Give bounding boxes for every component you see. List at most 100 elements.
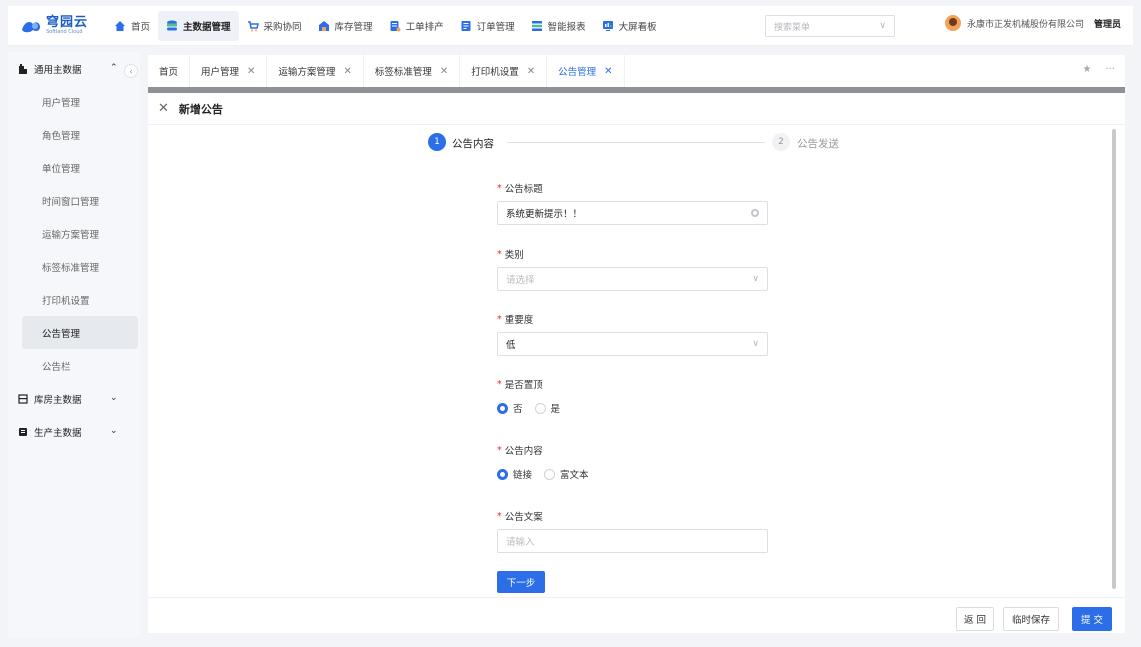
nav-orders[interactable]: 订单管理 — [452, 11, 523, 41]
close-icon[interactable]: ✕ — [440, 66, 448, 77]
nav-master-data[interactable]: 主数据管理 — [158, 10, 239, 41]
warehouse-icon — [18, 393, 28, 404]
copy-input[interactable]: 请输入 — [497, 529, 768, 553]
tab-label: 运输方案管理 — [278, 67, 336, 78]
category-placeholder: 请选择 — [506, 275, 535, 286]
building-icon — [18, 63, 28, 74]
sidebar-item-printer[interactable]: 打印机设置 — [22, 283, 138, 316]
more-icon[interactable]: ··· — [1105, 64, 1115, 75]
panel-footer: 返 回 临时保存 提 交 — [148, 597, 1125, 633]
title-input-value: 系统更新提示！！ — [506, 209, 583, 220]
step-connector — [507, 142, 765, 143]
tab-label-standard[interactable]: 标签标准管理 ✕ — [364, 55, 461, 87]
avatar[interactable] — [944, 15, 961, 31]
close-icon[interactable]: ✕ — [343, 66, 351, 77]
step-2-indicator: 2 — [772, 133, 790, 151]
sidebar-item-label: 角色管理 — [42, 130, 81, 142]
sidebar-group-production[interactable]: 生产主数据 ⌄ — [8, 415, 140, 448]
field-label: 重要度 — [504, 315, 534, 326]
field-pinned: * 是否置顶 否 是 — [497, 377, 769, 415]
sidebar-item-label: 运输方案管理 — [42, 229, 100, 241]
nav-workorder[interactable]: 工单排产 — [381, 11, 452, 41]
next-step-button[interactable]: 下一步 — [497, 571, 545, 593]
chevron-down-icon: ∨ — [752, 339, 759, 349]
scrollbar[interactable] — [1112, 129, 1116, 589]
clear-icon[interactable] — [751, 209, 759, 217]
logo[interactable]: 穹园云 Softland Cloud — [20, 16, 100, 35]
sidebar-item-announcements[interactable]: 公告管理 — [22, 316, 138, 349]
top-nav: 首页 主数据管理 采购协同 库存管理 工单排产 订单管理 智能报表 大屏看板 — [106, 6, 665, 45]
radio-dot — [497, 402, 508, 414]
sidebar-item-roles[interactable]: 角色管理 — [22, 118, 138, 151]
sidebar-item-transport[interactable]: 运输方案管理 — [22, 217, 138, 250]
pinned-radio-yes[interactable]: 是 — [534, 401, 561, 415]
nav-inventory[interactable]: 库存管理 — [310, 11, 381, 41]
field-label: 公告标题 — [504, 184, 543, 195]
radio-label: 是 — [550, 404, 561, 415]
close-icon[interactable]: ✕ — [527, 66, 535, 77]
cart-icon — [247, 20, 259, 32]
nav-procurement[interactable]: 采购协同 — [239, 11, 310, 41]
stepper: 1 公告内容 2 公告发送 — [428, 133, 848, 153]
sidebar-collapse-button[interactable]: ‹ — [124, 64, 138, 78]
radio-label: 链接 — [513, 470, 533, 481]
workorder-icon — [389, 20, 401, 32]
menu-search-input[interactable]: 搜索菜单 ∨ — [765, 15, 895, 37]
close-icon[interactable]: ✕ — [604, 66, 612, 77]
nav-home[interactable]: 首页 — [106, 11, 158, 41]
nav-reports[interactable]: 智能报表 — [523, 11, 594, 41]
user-role[interactable]: 管理员 — [1094, 17, 1121, 30]
content-radio-richtext[interactable]: 富文本 — [544, 467, 589, 481]
close-icon[interactable]: ✕ — [158, 101, 169, 116]
nav-dashboard[interactable]: 大屏看板 — [594, 11, 665, 41]
sidebar-item-time-window[interactable]: 时间窗口管理 — [22, 184, 138, 217]
title-input[interactable]: 系统更新提示！！ — [497, 201, 768, 225]
tab-users[interactable]: 用户管理 ✕ — [190, 55, 268, 87]
tab-label: 首页 — [159, 67, 179, 78]
star-icon[interactable]: ★ — [1082, 64, 1091, 75]
tab-home[interactable]: 首页 — [148, 55, 191, 87]
tab-announcements[interactable]: 公告管理 ✕ — [547, 55, 625, 87]
top-bar: 穹园云 Softland Cloud 首页 主数据管理 采购协同 库存管理 工单… — [8, 6, 1133, 46]
new-announcement-panel: ✕ 新增公告 1 公告内容 2 公告发送 * 公告标题 系统更新提示！！ * 类别 … — [148, 93, 1125, 633]
sidebar-item-bulletin[interactable]: 公告栏 — [22, 349, 138, 382]
sidebar-item-users[interactable]: 用户管理 — [22, 85, 138, 118]
sidebar-item-label: 单位管理 — [42, 163, 81, 175]
sidebar-item-label-standard[interactable]: 标签标准管理 — [22, 250, 138, 283]
chevron-down-icon: ⌄ — [110, 426, 118, 436]
company-name: 永康市正发机械股份有限公司 — [966, 19, 1084, 30]
importance-value: 低 — [506, 340, 516, 351]
content-radio-group: 链接 富文本 — [497, 467, 769, 481]
sidebar-group-label: 生产主数据 — [34, 427, 82, 439]
user-info[interactable]: 永康市正发机械股份有限公司 管理员 — [944, 15, 1121, 31]
sidebar-group-general[interactable]: 通用主数据 ⌃ — [8, 52, 140, 85]
importance-select[interactable]: 低 ∨ — [497, 332, 768, 356]
field-label: 公告文案 — [504, 512, 543, 523]
field-copy: * 公告文案 请输入 — [497, 509, 769, 553]
required-mark: * — [497, 182, 502, 194]
chevron-left-icon: ‹ — [129, 66, 133, 76]
sidebar-item-units[interactable]: 单位管理 — [22, 151, 138, 184]
nav-inventory-label: 库存管理 — [334, 21, 373, 33]
sidebar-item-label: 打印机设置 — [42, 295, 90, 307]
save-draft-button[interactable]: 临时保存 — [1003, 607, 1059, 631]
close-icon[interactable]: ✕ — [247, 66, 255, 77]
chevron-down-icon: ∨ — [752, 274, 759, 284]
production-icon — [18, 427, 28, 437]
content-radio-link[interactable]: 链接 — [497, 467, 532, 481]
sidebar-group-warehouse[interactable]: 库房主数据 ⌄ — [8, 382, 140, 415]
database-icon — [166, 20, 178, 32]
submit-button[interactable]: 提 交 — [1072, 607, 1112, 631]
nav-procurement-label: 采购协同 — [263, 21, 302, 33]
field-category: * 类别 请选择 ∨ — [497, 247, 769, 291]
tab-printer[interactable]: 打印机设置 ✕ — [460, 55, 548, 87]
tab-transport[interactable]: 运输方案管理 ✕ — [267, 55, 364, 87]
category-select[interactable]: 请选择 ∨ — [497, 267, 768, 291]
sidebar-item-label: 公告管理 — [42, 328, 81, 340]
warehouse-icon — [318, 20, 330, 32]
back-button[interactable]: 返 回 — [956, 607, 994, 631]
step-1-indicator: 1 — [428, 133, 446, 151]
dashboard-icon — [602, 20, 614, 32]
required-mark: * — [497, 248, 502, 260]
pinned-radio-no[interactable]: 否 — [497, 401, 523, 415]
